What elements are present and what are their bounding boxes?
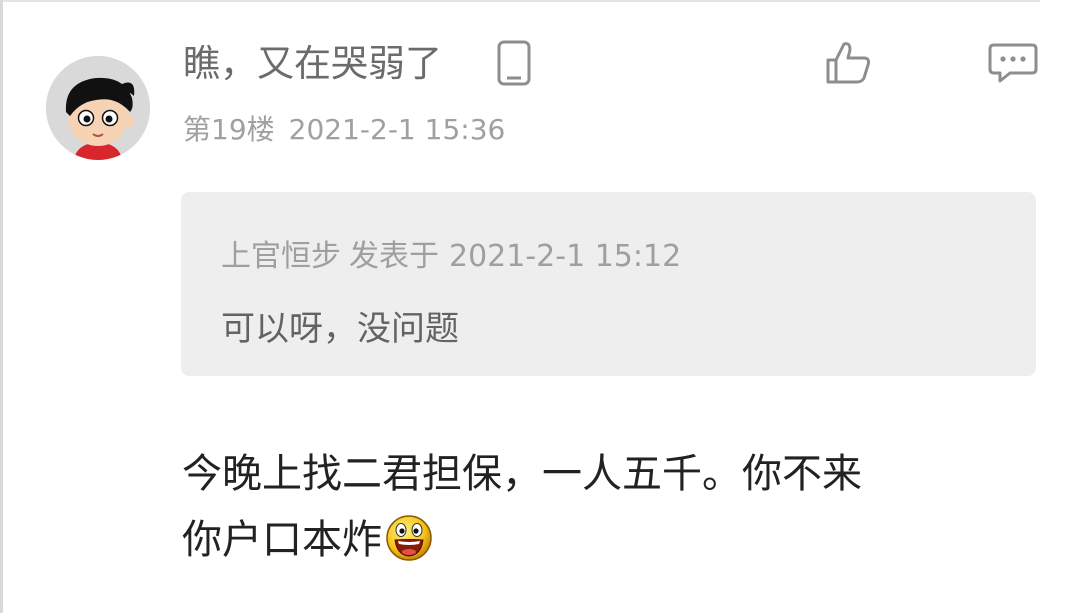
top-divider	[0, 0, 1040, 2]
quote-author[interactable]: 上官恒步	[221, 239, 341, 274]
quote-timestamp: 2021-2-1 15:12	[449, 239, 682, 274]
left-edge	[0, 0, 3, 613]
post-body-line-1: 今晚上找二君担保，一人五千。你不来	[182, 451, 862, 497]
quote-text: 可以呀，没问题	[221, 309, 459, 349]
quote-meta: 上官恒步 发表于 2021-2-1 15:12	[221, 236, 681, 278]
post-body: 今晚上找二君担保，一人五千。你不来 你户口本炸	[182, 441, 1022, 573]
thumbs-up-icon[interactable]	[824, 38, 872, 86]
laughing-emoji-icon	[386, 515, 432, 561]
post-body-line-2-text: 你户口本炸	[182, 517, 382, 563]
comment-icon[interactable]	[988, 42, 1038, 84]
post-timestamp: 2021-2-1 15:36	[288, 113, 506, 146]
username[interactable]: 瞧，又在哭弱了	[183, 38, 442, 90]
post-body-line-2: 你户口本炸	[182, 507, 1022, 573]
quoted-reply[interactable]: 上官恒步 发表于 2021-2-1 15:12 可以呀，没问题	[181, 192, 1036, 376]
floor-number: 第19楼	[183, 113, 275, 146]
quote-posted-label: 发表于	[349, 239, 439, 274]
avatar-cartoon-icon	[46, 56, 150, 160]
avatar[interactable]	[46, 56, 150, 160]
phone-icon	[497, 40, 531, 86]
post-meta: 第19楼 2021-2-1 15:36	[183, 110, 505, 150]
